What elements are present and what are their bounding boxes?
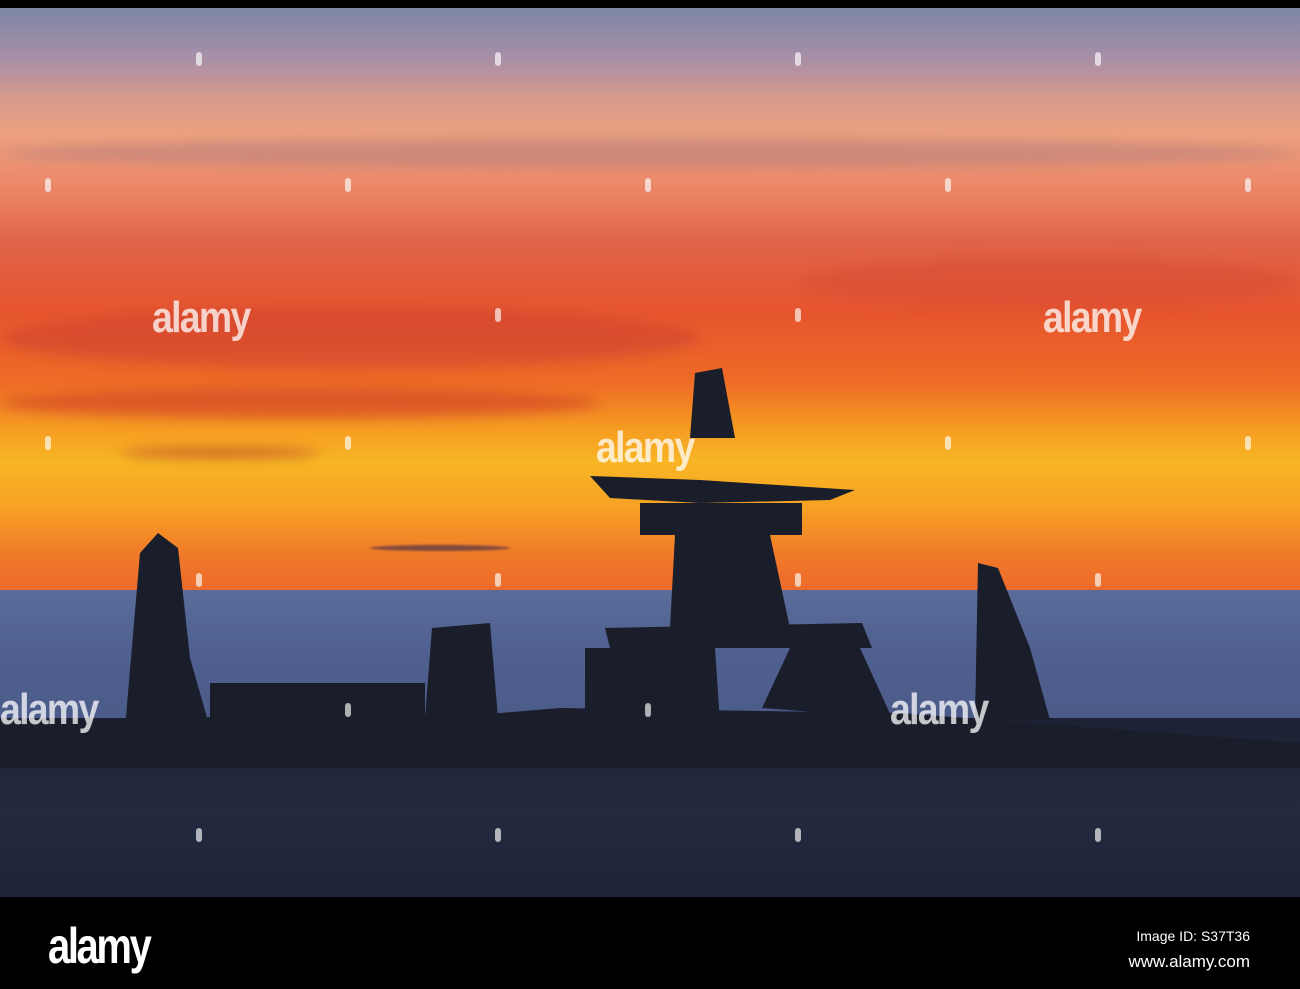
inukshuk-arms <box>590 476 855 503</box>
watermark-mark <box>645 178 651 192</box>
watermark-mark <box>495 828 501 842</box>
inukshuk-leg-right <box>762 648 892 718</box>
watermark-left: alamy <box>152 293 251 342</box>
standing-stone-left <box>125 533 210 728</box>
watermark-mark <box>795 308 801 322</box>
watermark-mark <box>795 573 801 587</box>
watermark-bottom-right: alamy <box>890 685 989 734</box>
watermark-mark <box>196 52 202 66</box>
watermark-mark <box>795 52 801 66</box>
photo: alamy alamy alamy alamy alamy <box>0 8 1300 897</box>
watermark-mark <box>345 436 351 450</box>
inukshuk-body <box>670 535 790 628</box>
watermark-bottom-left: alamy <box>0 685 99 734</box>
image-id: Image ID: S37T36 <box>1136 928 1250 944</box>
watermark-mark <box>645 703 651 717</box>
inukshuk-shoulders <box>640 503 802 535</box>
inukshuk-base <box>605 623 872 648</box>
watermark-mark <box>495 573 501 587</box>
watermark-mark <box>45 436 51 450</box>
site-url: www.alamy.com <box>1128 952 1250 971</box>
inukshuk-head <box>690 368 735 438</box>
watermark-center: alamy <box>596 423 695 472</box>
watermark-mark <box>1095 52 1101 66</box>
watermark-mark <box>45 178 51 192</box>
watermark-mark <box>1095 573 1101 587</box>
alamy-logo: alamy <box>48 918 152 974</box>
watermark-mark <box>196 573 202 587</box>
watermark-mark <box>495 52 501 66</box>
footer-bar: alamy Image ID: S37T36 www.alamy.com <box>0 897 1300 989</box>
watermark-mark <box>1245 178 1251 192</box>
watermark-mark <box>495 308 501 322</box>
watermark-mark <box>345 703 351 717</box>
watermark-mark <box>1245 436 1251 450</box>
watermark-mark <box>196 828 202 842</box>
watermark-mark <box>1095 828 1101 842</box>
watermark-mark <box>945 436 951 450</box>
watermark-mark <box>345 178 351 192</box>
watermark-mark <box>945 178 951 192</box>
image-meta: Image ID: S37T36 www.alamy.com <box>1128 923 1250 975</box>
watermark-mark <box>795 828 801 842</box>
watermark-right: alamy <box>1043 293 1142 342</box>
stone-block <box>425 623 498 718</box>
